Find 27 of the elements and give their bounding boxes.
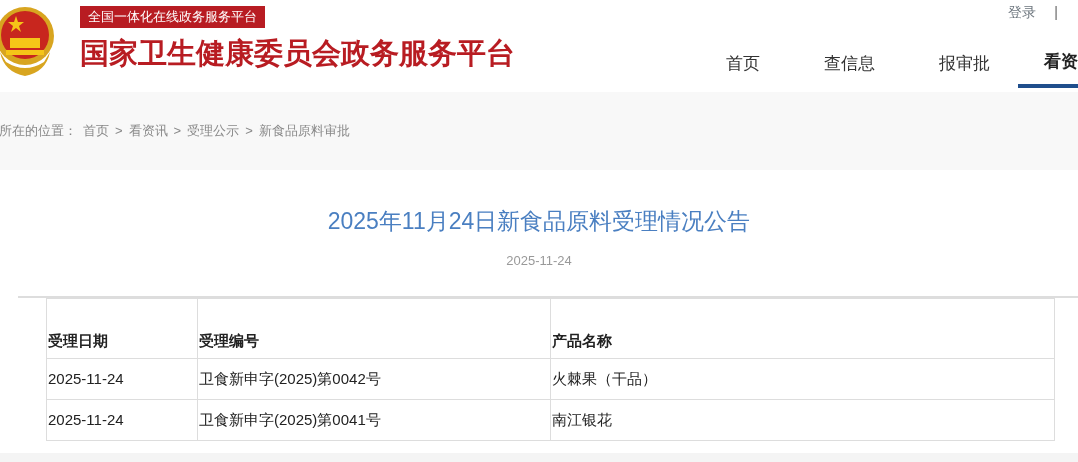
column-header: 受理编号 [197,298,551,359]
nav-tab[interactable]: 查信息 [788,40,903,88]
login-link[interactable]: 登录 [1008,2,1037,23]
breadcrumb-link[interactable]: 首页 [83,121,109,141]
table-cell: 卫食新申字(2025)第0042号 [197,358,551,400]
table-cell: 南江银花 [550,399,1055,441]
nav-tab[interactable]: 首页 [690,40,788,88]
article-title: 2025年11月24日新食品原料受理情况公告 [326,207,752,236]
column-header: 受理日期 [46,298,198,359]
table-cell: 卫食新申字(2025)第0041号 [197,399,551,441]
table-cell: 2025-11-24 [46,358,198,400]
article-date: 2025-11-24 [505,251,573,270]
breadcrumb-link[interactable]: 新食品原料审批 [258,121,350,141]
column-header: 产品名称 [550,298,1055,359]
breadcrumb-separator: > [173,122,182,141]
table-cell: 火棘果（干品） [550,358,1055,400]
nav-tab[interactable]: 报审批 [903,40,1018,88]
breadcrumb-label: 所在的位置： [0,122,77,141]
breadcrumb-link[interactable]: 看资讯 [128,121,168,141]
nav-tab[interactable]: 看资 [1018,40,1078,88]
breadcrumb-separator: > [115,122,123,141]
platform-tag: 全国一体化在线政务服务平台 [80,6,265,28]
separator: | [1054,3,1058,22]
table-cell: 2025-11-24 [46,399,198,441]
breadcrumb-link[interactable]: 受理公示 [187,121,240,141]
breadcrumb-separator: > [245,122,253,141]
site-title: 国家卫生健康委员会政务服务平台 [80,36,515,71]
